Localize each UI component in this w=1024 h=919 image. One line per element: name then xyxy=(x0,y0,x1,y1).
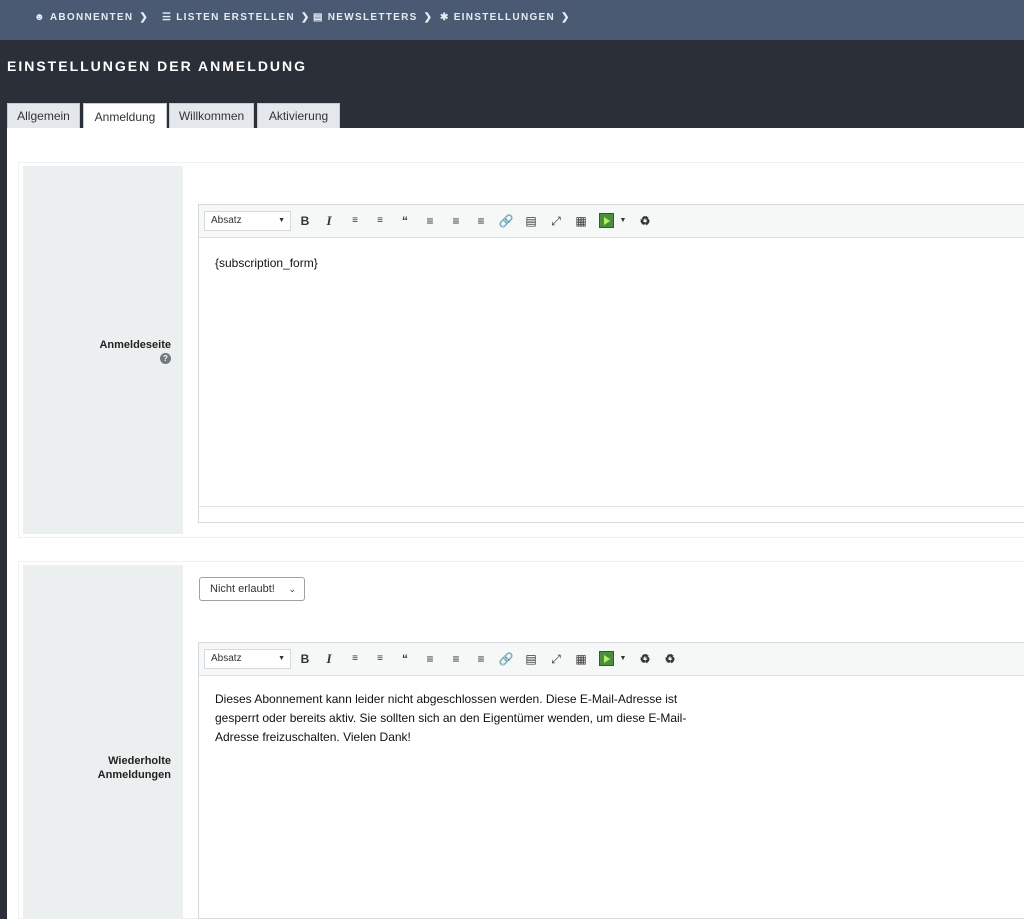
format-select-value: Absatz xyxy=(211,653,242,664)
format-select[interactable]: Absatz ▼ xyxy=(204,649,291,669)
field-label-line: Wiederholte xyxy=(108,755,171,767)
repeat-subscription-select[interactable]: Nicht erlaubt! ⌄ xyxy=(199,577,305,601)
fullscreen-icon[interactable]: ⤢ xyxy=(548,651,564,667)
read-more-icon[interactable]: ▤ xyxy=(523,651,539,667)
nav-menu-label: LISTEN ERSTELLEN xyxy=(176,12,295,23)
blockquote-icon[interactable]: “ xyxy=(397,213,413,229)
chevron-down-icon: ❯ xyxy=(561,12,571,23)
list-icon: ☰ xyxy=(162,12,173,23)
editor-content[interactable]: {subscription_form} xyxy=(215,254,318,273)
editor-line: gesperrt oder bereits aktiv. Sie sollten… xyxy=(215,711,687,725)
editor-toolbar: Absatz ▼ B I ≡ ≡ “ ≡ ≡ ≡ 🔗 ▤ ⤢ ▦ ▼ ♻ xyxy=(199,205,1024,238)
format-select-value: Absatz xyxy=(211,215,242,226)
align-left-icon[interactable]: ≡ xyxy=(422,213,438,229)
rich-text-editor: Absatz ▼ B I ≡ ≡ “ ≡ ≡ ≡ 🔗 ▤ ⤢ ▦ ▼ ♻ ♻ D… xyxy=(198,642,1024,919)
nav-menu-label: EINSTELLUNGEN xyxy=(453,12,556,23)
rich-text-editor: Absatz ▼ B I ≡ ≡ “ ≡ ≡ ≡ 🔗 ▤ ⤢ ▦ ▼ ♻ {su… xyxy=(198,204,1024,523)
tab-willkommen[interactable]: Willkommen xyxy=(169,103,254,128)
numbered-list-icon[interactable]: ≡ xyxy=(372,213,388,229)
play-icon[interactable] xyxy=(599,213,614,228)
editor-toolbar: Absatz ▼ B I ≡ ≡ “ ≡ ≡ ≡ 🔗 ▤ ⤢ ▦ ▼ ♻ ♻ xyxy=(199,643,1024,676)
triangle-down-icon: ▼ xyxy=(278,217,285,224)
italic-icon[interactable]: I xyxy=(321,213,337,229)
help-icon[interactable]: ? xyxy=(160,353,171,364)
editor-statusbar xyxy=(199,506,1024,522)
newsletter-icon: ▤ xyxy=(313,12,324,23)
nav-menu-label: NEWSLETTERS xyxy=(327,12,418,23)
label-cell: Wiederholte Anmeldungen xyxy=(23,565,183,919)
keyboard-icon[interactable]: ▦ xyxy=(573,651,589,667)
shortcode-icon[interactable]: ♻ xyxy=(637,651,653,667)
editor-line: Dieses Abonnement kann leider nicht abge… xyxy=(215,692,678,706)
numbered-list-icon[interactable]: ≡ xyxy=(372,651,388,667)
nav-menu-listen-erstellen[interactable]: ☰ LISTEN ERSTELLEN ❯ xyxy=(162,12,311,23)
triangle-down-icon: ▼ xyxy=(278,655,285,662)
field-label: Anmeldeseite xyxy=(99,339,171,351)
italic-icon[interactable]: I xyxy=(321,651,337,667)
bullet-list-icon[interactable]: ≡ xyxy=(347,213,363,229)
top-navigation: ☻ ABONNENTEN ❯ ☰ LISTEN ERSTELLEN ❯ ▤ NE… xyxy=(0,0,1024,40)
link-icon[interactable]: 🔗 xyxy=(498,213,514,229)
tab-anmeldung[interactable]: Anmeldung xyxy=(83,103,167,129)
select-value: Nicht erlaubt! xyxy=(210,583,275,595)
bullet-list-icon[interactable]: ≡ xyxy=(347,651,363,667)
play-icon[interactable] xyxy=(599,651,614,666)
field-label-line: Anmeldungen xyxy=(97,769,171,781)
read-more-icon[interactable]: ▤ xyxy=(523,213,539,229)
link-icon[interactable]: 🔗 xyxy=(498,651,514,667)
editor-line: Adresse freizuschalten. Vielen Dank! xyxy=(215,730,411,744)
triangle-down-icon[interactable]: ▼ xyxy=(615,213,631,229)
users-icon: ☻ xyxy=(34,12,46,23)
chevron-down-icon: ❯ xyxy=(139,12,150,23)
bold-icon[interactable]: B xyxy=(297,213,313,229)
nav-menu-label: ABONNENTEN xyxy=(49,12,134,23)
tab-allgemein[interactable]: Allgemein xyxy=(7,103,80,128)
label-cell: Anmeldeseite ? xyxy=(23,166,183,534)
keyboard-icon[interactable]: ▦ xyxy=(573,213,589,229)
align-center-icon[interactable]: ≡ xyxy=(448,213,464,229)
fullscreen-icon[interactable]: ⤢ xyxy=(548,213,564,229)
align-right-icon[interactable]: ≡ xyxy=(473,213,489,229)
align-center-icon[interactable]: ≡ xyxy=(448,651,464,667)
triangle-down-icon[interactable]: ▼ xyxy=(615,651,631,667)
shortcode-icon[interactable]: ♻ xyxy=(662,651,678,667)
tab-aktivierung[interactable]: Aktivierung xyxy=(257,103,340,128)
align-right-icon[interactable]: ≡ xyxy=(473,651,489,667)
chevron-down-icon: ❯ xyxy=(300,12,311,23)
shortcode-icon[interactable]: ♻ xyxy=(637,213,653,229)
format-select[interactable]: Absatz ▼ xyxy=(204,211,291,231)
editor-content[interactable]: Dieses Abonnement kann leider nicht abge… xyxy=(215,690,686,747)
field-label: Wiederholte Anmeldungen xyxy=(98,754,171,782)
nav-menu-einstellungen[interactable]: ✱ EINSTELLUNGEN ❯ xyxy=(440,12,571,23)
align-left-icon[interactable]: ≡ xyxy=(422,651,438,667)
chevron-down-icon: ⌄ xyxy=(288,584,296,594)
page-title: EINSTELLUNGEN DER ANMELDUNG xyxy=(7,58,308,74)
chevron-down-icon: ❯ xyxy=(423,12,434,23)
nav-menu-abonnenten[interactable]: ☻ ABONNENTEN ❯ xyxy=(34,12,149,23)
gear-icon: ✱ xyxy=(440,12,450,23)
nav-menu-newsletters[interactable]: ▤ NEWSLETTERS ❯ xyxy=(313,12,433,23)
bold-icon[interactable]: B xyxy=(297,651,313,667)
blockquote-icon[interactable]: “ xyxy=(397,651,413,667)
